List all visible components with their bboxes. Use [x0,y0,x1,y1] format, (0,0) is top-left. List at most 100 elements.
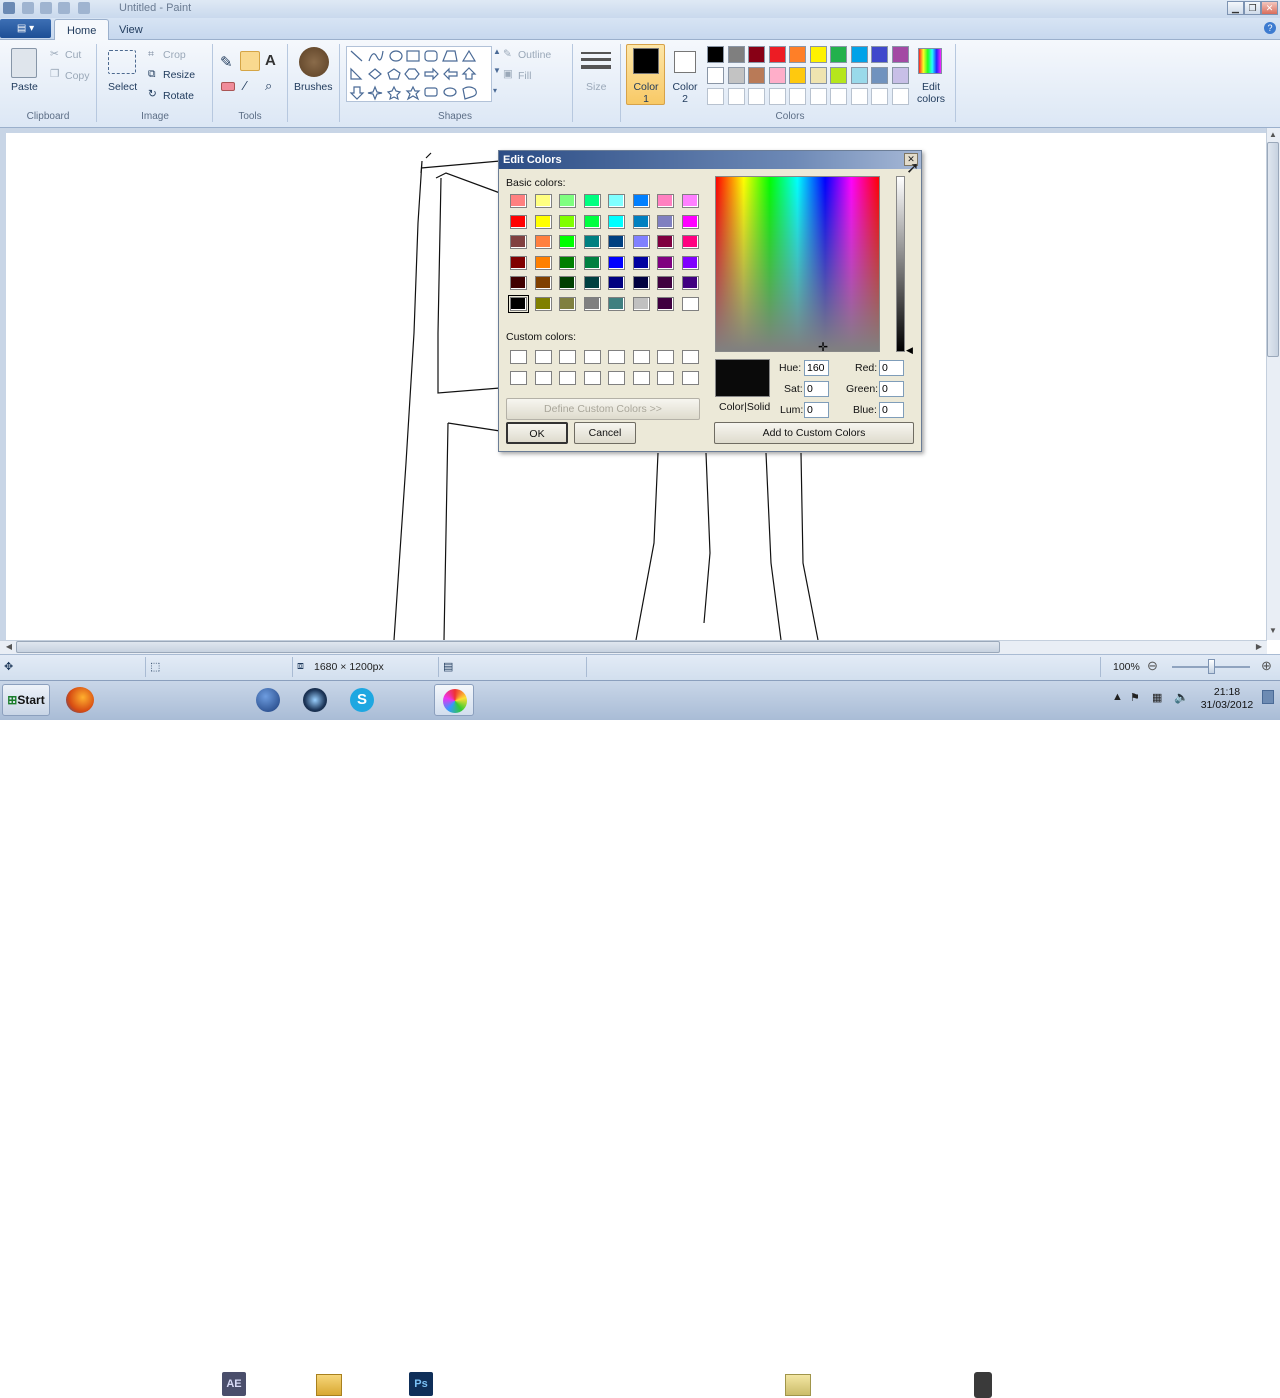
basic-color-swatch[interactable] [608,276,625,291]
taskbar-media[interactable] [295,684,335,716]
taskbar-firefox[interactable] [60,684,100,716]
custom-color-swatch[interactable] [559,350,576,364]
ok-button[interactable]: OK [506,422,568,444]
palette-custom-slot[interactable] [809,88,827,105]
sat-input[interactable]: 0 [804,381,829,397]
palette-custom-slot[interactable] [748,88,765,105]
shapes-scroll-up-icon[interactable]: ▲ [493,47,501,56]
basic-color-swatch[interactable] [510,276,527,291]
brushes-icon[interactable] [299,47,329,77]
horizontal-scroll-thumb[interactable] [16,641,1000,653]
basic-color-swatch[interactable] [534,276,552,291]
basic-color-swatch[interactable] [583,255,601,270]
color-picker-icon[interactable]: ⁄ [244,78,246,93]
color-spectrum[interactable] [715,176,880,352]
save-quick-icon[interactable] [22,2,34,14]
basic-color-swatch[interactable] [657,276,674,291]
taskbar-app-globe[interactable] [248,684,288,716]
palette-swatch[interactable] [707,67,724,84]
basic-color-swatch[interactable] [510,235,527,250]
palette-swatch[interactable] [809,67,827,84]
show-hidden-icons-icon[interactable]: ▲ [1112,691,1123,703]
outline-button[interactable]: Outline [518,49,551,61]
basic-color-swatch[interactable] [559,276,576,291]
basic-color-swatch[interactable] [510,214,527,229]
redo-quick-icon[interactable] [58,2,70,14]
custom-color-swatch[interactable] [583,350,601,364]
basic-color-swatch[interactable] [583,297,601,311]
palette-swatch[interactable] [768,46,786,63]
basic-color-swatch[interactable] [559,297,576,311]
resize-button[interactable]: Resize [163,69,195,81]
custom-color-swatch[interactable] [681,370,699,385]
palette-custom-slot[interactable] [871,88,888,105]
palette-swatch[interactable] [727,46,745,63]
custom-color-swatch[interactable] [632,350,650,364]
zoom-in-icon[interactable]: ⊕ [1261,658,1272,674]
palette-custom-slot[interactable] [891,88,909,105]
palette-custom-slot[interactable] [789,88,806,105]
palette-swatch[interactable] [871,46,888,63]
palette-custom-slot[interactable] [768,88,786,105]
zoom-out-icon[interactable]: ⊖ [1147,658,1158,674]
basic-color-swatch[interactable] [608,214,625,229]
luminosity-pointer-icon[interactable]: ◀ [906,345,913,356]
fill-button[interactable]: Fill [518,70,531,82]
scroll-down-icon[interactable]: ▼ [1266,626,1280,635]
luminosity-slider[interactable] [896,176,905,352]
basic-color-swatch[interactable] [583,235,601,250]
taskbar-app-device[interactable] [481,684,992,1398]
taskbar-clock[interactable]: 21:18 31/03/2012 [1196,686,1258,712]
color2-swatch[interactable] [674,51,696,73]
basic-color-swatch[interactable] [681,276,699,291]
add-to-custom-colors-button[interactable]: Add to Custom Colors [714,422,914,444]
basic-color-swatch[interactable] [632,214,650,229]
basic-color-swatch[interactable] [508,295,529,313]
palette-swatch[interactable] [727,67,745,84]
basic-color-swatch[interactable] [559,235,576,250]
edit-colors-icon[interactable] [918,48,942,74]
custom-color-swatch[interactable] [657,350,674,364]
custom-color-swatch[interactable] [559,370,576,385]
shapes-more-icon[interactable]: ▾ [493,86,497,95]
cut-button[interactable]: Cut [65,49,81,61]
basic-color-swatch[interactable] [583,194,601,208]
help-icon[interactable]: ? [1264,22,1276,34]
undo-quick-icon[interactable] [40,2,52,14]
minimize-button[interactable]: ▁ [1227,1,1244,15]
edit-colors-button[interactable]: Edit colors [914,81,948,105]
crop-button[interactable]: Crop [163,49,186,61]
palette-swatch[interactable] [768,67,786,84]
copy-button[interactable]: Copy [65,70,90,82]
basic-color-swatch[interactable] [583,276,601,291]
paste-icon[interactable] [11,48,37,78]
hue-input[interactable]: 160 [804,360,829,376]
taskbar-explorer[interactable] [154,684,342,1396]
size-icon[interactable] [581,48,611,76]
shapes-scroll-down-icon[interactable]: ▼ [493,66,501,75]
basic-color-swatch[interactable] [657,255,674,270]
custom-color-swatch[interactable] [681,350,699,364]
eraser-icon[interactable] [221,82,235,91]
palette-swatch[interactable] [891,67,909,84]
magnifier-icon[interactable]: ⌕ [265,78,272,94]
custom-color-swatch[interactable] [657,370,674,385]
palette-custom-slot[interactable] [830,88,847,105]
show-desktop-button[interactable] [1262,690,1274,704]
custom-color-swatch[interactable] [534,350,552,364]
basic-color-swatch[interactable] [534,255,552,270]
basic-color-swatch[interactable] [559,255,576,270]
application-menu-button[interactable]: ▤ ▾ [0,19,51,38]
palette-swatch[interactable] [891,46,909,63]
palette-swatch[interactable] [830,46,847,63]
taskbar-skype[interactable]: S [342,684,382,716]
size-button[interactable]: Size [586,81,606,93]
red-input[interactable]: 0 [879,360,904,376]
palette-swatch[interactable] [789,67,806,84]
custom-color-swatch[interactable] [608,350,625,364]
basic-color-swatch[interactable] [681,255,699,270]
color2-label[interactable]: Color 2 [670,81,700,105]
rotate-button[interactable]: Rotate [163,90,194,102]
action-center-icon[interactable]: ⚑ [1130,691,1140,704]
select-icon[interactable] [108,50,136,74]
